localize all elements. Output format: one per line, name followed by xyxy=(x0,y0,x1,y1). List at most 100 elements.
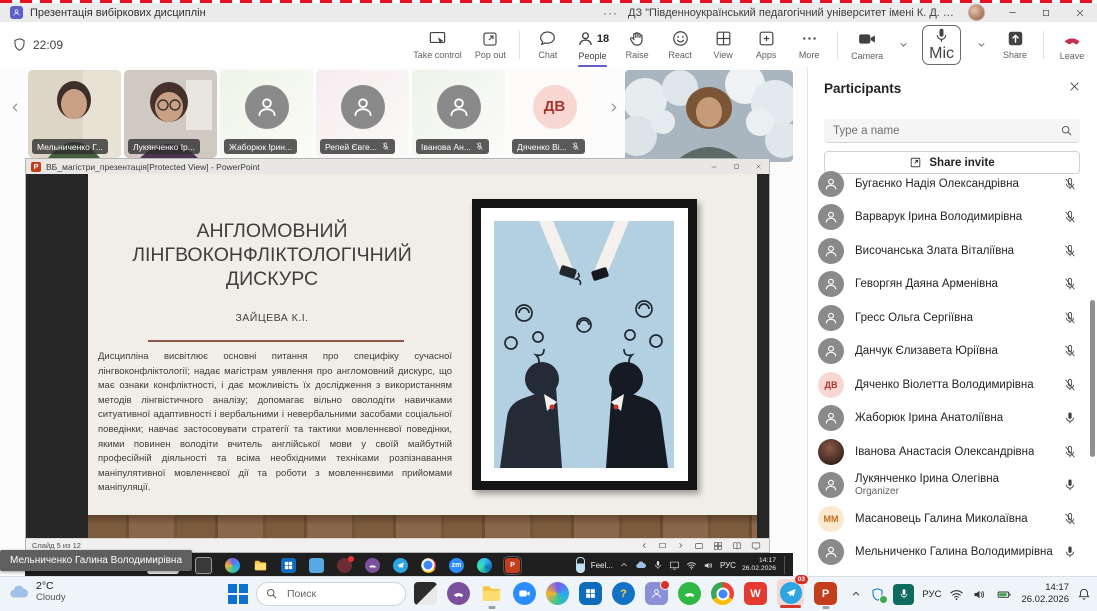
taskbar-search-input[interactable] xyxy=(256,582,406,606)
maximize-icon[interactable] xyxy=(1029,3,1063,22)
titlebar-menu-dots[interactable]: ··· xyxy=(603,6,618,20)
recording-mic-button[interactable] xyxy=(893,584,914,605)
zoom-icon[interactable] xyxy=(513,582,536,605)
mic-off-icon[interactable] xyxy=(1063,177,1077,191)
wifi-icon[interactable] xyxy=(949,587,964,602)
mic-on-icon[interactable] xyxy=(1063,545,1077,559)
volume-icon[interactable] xyxy=(972,587,987,602)
mic-chevron-icon[interactable] xyxy=(976,39,987,50)
leave-button[interactable]: Leave xyxy=(1057,29,1087,61)
mail-icon[interactable] xyxy=(309,558,324,573)
minimize-icon[interactable] xyxy=(703,159,725,174)
mic-off-icon[interactable] xyxy=(1063,311,1077,325)
tray-mic-icon[interactable] xyxy=(653,560,663,570)
next-slide-icon[interactable] xyxy=(676,541,685,550)
share-button[interactable]: Share xyxy=(1000,29,1030,60)
raise-hand-button[interactable]: Raise xyxy=(622,29,652,60)
show-desktop-button[interactable] xyxy=(784,556,789,574)
more-button[interactable]: More xyxy=(794,29,824,60)
chrome-icon[interactable] xyxy=(711,582,734,605)
mic-off-icon[interactable] xyxy=(1063,445,1077,459)
battery-icon[interactable] xyxy=(995,587,1013,602)
tray-display-icon[interactable] xyxy=(669,560,680,571)
participant-row[interactable]: Данчук Єлизавета Юріївна xyxy=(808,335,1097,369)
video-thumbnail[interactable]: Репей Євге... xyxy=(316,70,409,158)
viber-icon[interactable] xyxy=(365,558,380,573)
viber-icon[interactable] xyxy=(447,582,470,605)
start-button[interactable] xyxy=(228,584,248,604)
participant-row[interactable]: Варварук Ірина Володимирівна xyxy=(808,201,1097,235)
participant-row[interactable]: Жаборюк Ірина Анатоліївна xyxy=(808,402,1097,436)
tray-chevron-up-icon[interactable] xyxy=(850,588,862,600)
mic-off-icon[interactable] xyxy=(1063,344,1077,358)
apps-button[interactable]: Apps xyxy=(751,29,781,60)
participant-row[interactable]: Гресс Ольга Сергіївна xyxy=(808,301,1097,335)
badged-app-icon[interactable] xyxy=(337,558,352,573)
participant-row[interactable]: Лукянченко Ірина Олегівна Organizer xyxy=(808,469,1097,503)
normal-view-icon[interactable] xyxy=(694,541,704,551)
mic-off-icon[interactable] xyxy=(1063,210,1077,224)
participant-row[interactable]: Височанська Злата Віталіївна xyxy=(808,234,1097,268)
notification-bell-icon[interactable] xyxy=(1077,587,1091,601)
copilot-icon[interactable] xyxy=(225,558,240,573)
strip-scroll-left-icon[interactable] xyxy=(8,100,23,115)
edge-icon[interactable] xyxy=(477,558,492,573)
store-icon[interactable] xyxy=(579,582,602,605)
telegram-icon[interactable] xyxy=(393,558,408,573)
video-thumbnail[interactable]: Іванова Ан... xyxy=(412,70,505,158)
panel-scrollbar[interactable] xyxy=(1090,300,1095,457)
participant-row[interactable]: Бугаєнко Надія Олександрівна xyxy=(808,167,1097,201)
video-thumbnail[interactable]: Мельниченко Г... xyxy=(28,70,121,158)
view-button[interactable]: View xyxy=(708,29,738,60)
taskbar-clock[interactable]: 14:17 26.02.2026 xyxy=(742,557,776,574)
participant-row[interactable]: Іванова Анастасія Олександрівна xyxy=(808,435,1097,469)
tray-chevron-up-icon[interactable] xyxy=(619,560,629,570)
tray-cloud-icon[interactable] xyxy=(635,559,647,571)
video-thumbnail[interactable]: Жаборюк Ірин... xyxy=(220,70,313,158)
pop-out-button[interactable]: Pop out xyxy=(475,30,506,60)
network-icon[interactable] xyxy=(686,560,697,571)
wps-icon[interactable]: W xyxy=(744,582,767,605)
people-button[interactable]: 18 People xyxy=(576,29,609,61)
panel-close-icon[interactable] xyxy=(1068,80,1081,93)
account-avatar[interactable] xyxy=(968,4,985,21)
task-view-icon[interactable] xyxy=(195,557,212,574)
minimize-icon[interactable] xyxy=(995,3,1029,22)
mic-on-icon[interactable] xyxy=(1063,478,1077,492)
file-explorer-icon[interactable] xyxy=(480,582,503,605)
chrome-icon[interactable] xyxy=(421,558,436,573)
participant-row[interactable]: ДВ Дяченко Віолетта Володимирівна xyxy=(808,368,1097,402)
previous-slide-icon[interactable] xyxy=(640,541,649,550)
mic-off-icon[interactable] xyxy=(1063,512,1077,526)
mic-on-icon[interactable] xyxy=(1063,411,1077,425)
zoom-icon[interactable]: zm xyxy=(449,558,464,573)
participant-row[interactable]: Геворгян Даяна Арменівна xyxy=(808,268,1097,302)
security-shield-icon[interactable] xyxy=(870,587,885,602)
camera-chevron-icon[interactable] xyxy=(898,39,909,50)
weather-widget[interactable]: 2°C Cloudy xyxy=(8,580,66,603)
weather-thermometer-icon[interactable] xyxy=(576,557,585,573)
file-explorer-icon[interactable] xyxy=(253,558,268,573)
take-control-button[interactable]: Take control xyxy=(413,29,462,60)
maximize-icon[interactable] xyxy=(725,159,747,174)
whatsapp-icon[interactable] xyxy=(678,582,701,605)
get-help-icon[interactable]: ? xyxy=(612,582,635,605)
camera-button[interactable]: Camera xyxy=(851,29,883,61)
active-speaker-video[interactable] xyxy=(625,70,793,162)
powerpoint-icon[interactable]: P xyxy=(505,558,520,573)
reading-view-icon[interactable] xyxy=(732,541,742,551)
mic-off-icon[interactable] xyxy=(1063,244,1077,258)
close-icon[interactable] xyxy=(747,159,769,174)
telegram-icon[interactable]: 03 xyxy=(777,579,804,606)
video-thumbnail[interactable]: ДВ Дяченко Ві... xyxy=(508,70,601,158)
taskbar-clock[interactable]: 14:17 26.02.2026 xyxy=(1021,582,1069,606)
participant-row[interactable]: Мельниченко Галина Володимирівна xyxy=(808,536,1097,570)
slide-sorter-icon[interactable] xyxy=(713,541,723,551)
weather-feels-label[interactable]: Feel... xyxy=(591,561,613,570)
volume-icon[interactable] xyxy=(703,560,714,571)
mic-off-icon[interactable] xyxy=(1063,378,1077,392)
strip-scroll-right-icon[interactable] xyxy=(606,100,621,115)
mic-button[interactable]: Mic xyxy=(922,25,961,65)
language-indicator[interactable]: РУС xyxy=(922,589,941,600)
powerpoint-icon[interactable]: P xyxy=(814,582,837,605)
